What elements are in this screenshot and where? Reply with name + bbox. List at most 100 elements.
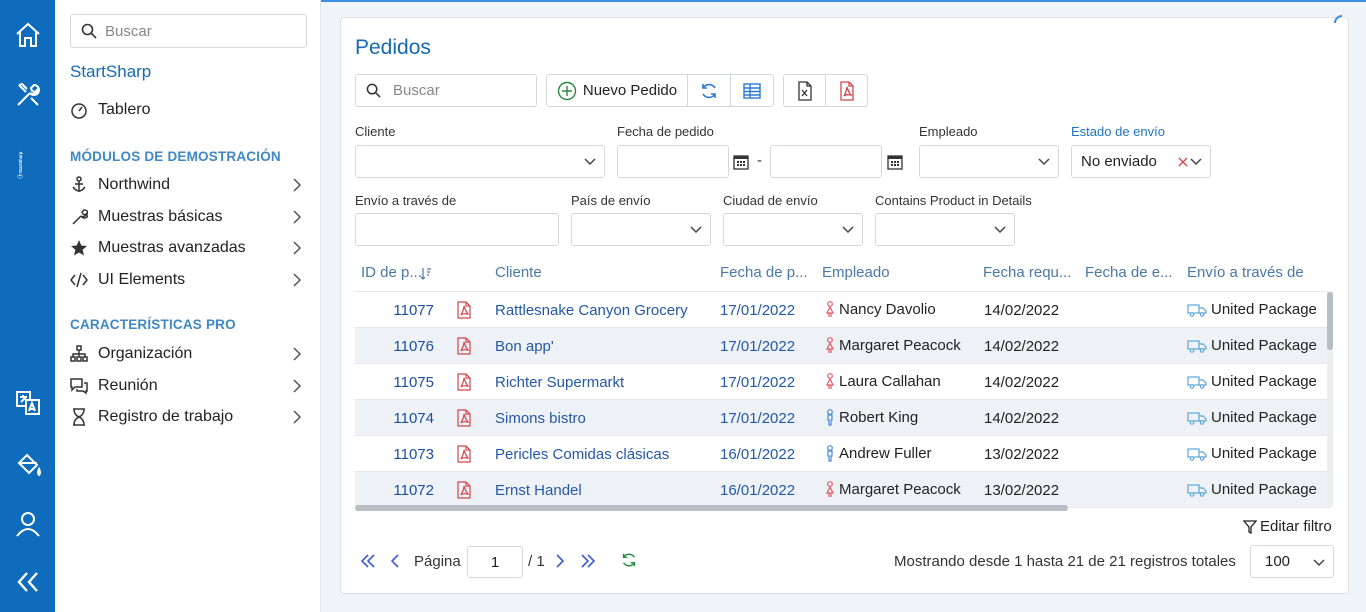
collapse-icon[interactable] <box>0 564 55 600</box>
calendar-icon[interactable] <box>887 154 903 170</box>
truck-icon <box>1187 303 1207 317</box>
table-row[interactable]: 11077 Rattlesnake Canyon Grocery 17/01/202… <box>355 292 1327 328</box>
vertical-scrollbar-thumb[interactable] <box>1327 292 1333 350</box>
order-id-link[interactable]: 11075 <box>356 374 434 391</box>
filter-label-envio-traves: Envío a través de <box>355 193 457 208</box>
filter-ciudad-envio-select[interactable] <box>723 213 863 246</box>
new-order-button[interactable]: Nuevo Pedido <box>546 74 688 107</box>
order-date: 17/01/2022 <box>720 302 796 319</box>
loading-spinner-icon <box>1334 15 1343 24</box>
pdf-icon[interactable] <box>456 337 472 355</box>
clear-icon[interactable] <box>1178 157 1188 167</box>
reload-icon[interactable] <box>620 551 638 569</box>
table-row[interactable]: 11072 Ernst Handel 16/01/2022 Margaret Peac… <box>355 472 1327 508</box>
table-row[interactable]: 11074 Simons bistro 17/01/2022 Robert King 1… <box>355 400 1327 436</box>
customer-link[interactable]: Rattlesnake Canyon Grocery <box>495 302 688 319</box>
nav-search-input[interactable]: Buscar <box>70 14 307 48</box>
sort-desc-icon[interactable] <box>420 267 432 280</box>
table-row[interactable]: 11075 Richter Supermarkt 17/01/2022 Laura C… <box>355 364 1327 400</box>
pdf-icon[interactable] <box>456 409 472 427</box>
filter-contains-product-select[interactable] <box>875 213 1015 246</box>
pdf-icon[interactable] <box>456 373 472 391</box>
nav-item-advanced-samples[interactable]: Muestras avanzadas <box>70 234 310 262</box>
filter-date-from-input[interactable] <box>617 145 729 178</box>
first-page-icon[interactable] <box>360 553 376 569</box>
page-size-value: 100 <box>1265 553 1291 570</box>
customer-link[interactable]: Simons bistro <box>495 410 586 427</box>
female-icon <box>826 337 834 353</box>
startsharp-logo: StartSharp <box>17 151 23 179</box>
pdf-icon[interactable] <box>456 481 472 499</box>
employee-name: Margaret Peacock <box>839 481 961 498</box>
paint-bucket-icon[interactable] <box>0 446 55 482</box>
prev-page-icon[interactable] <box>389 553 401 569</box>
table-row[interactable]: 11076 Bon app' 17/01/2022 Margaret Peacock 1… <box>355 328 1327 364</box>
order-id-link[interactable]: 11073 <box>356 446 434 463</box>
chevron-down-icon <box>994 226 1006 234</box>
column-header-envio-traves[interactable]: Envío a través de <box>1187 264 1317 290</box>
customer-link[interactable]: Pericles Comidas clásicas <box>495 446 669 463</box>
column-header-fecha-envio[interactable]: Fecha de e... <box>1085 264 1177 290</box>
ship-via-name: United Package <box>1211 337 1317 354</box>
column-header-id[interactable]: ID de p... <box>361 264 421 290</box>
customer-link[interactable]: Ernst Handel <box>495 482 582 499</box>
column-header-fecha-pedido[interactable]: Fecha de p... <box>720 264 810 290</box>
order-id-link[interactable]: 11077 <box>356 302 434 319</box>
filter-envio-traves-input[interactable] <box>355 213 559 246</box>
column-header-empleado[interactable]: Empleado <box>822 264 972 290</box>
excel-export-button[interactable] <box>783 74 826 107</box>
search-icon <box>81 23 97 39</box>
refresh-button[interactable] <box>687 74 731 107</box>
male-icon <box>827 409 833 426</box>
filter-date-to-input[interactable] <box>770 145 882 178</box>
nav-item-northwind[interactable]: Northwind <box>70 171 310 199</box>
employee-cell: Laura Callahan <box>825 373 941 390</box>
nav-brand[interactable]: StartSharp <box>70 62 151 82</box>
grid-search-input[interactable]: Buscar <box>355 74 537 107</box>
order-id-link[interactable]: 11076 <box>356 338 434 355</box>
nav-item-meeting[interactable]: Reunión <box>70 372 310 400</box>
records-summary: Mostrando desde 1 hasta 21 de 21 registr… <box>894 553 1236 570</box>
pdf-icon[interactable] <box>456 301 472 319</box>
nav-search-placeholder: Buscar <box>105 22 152 40</box>
chevron-right-icon <box>293 379 302 393</box>
column-picker-button[interactable] <box>730 74 774 107</box>
nav-item-ui-elements[interactable]: UI Elements <box>70 266 310 294</box>
filter-empleado-select[interactable] <box>919 145 1059 178</box>
tools-icon[interactable] <box>0 77 55 113</box>
female-icon <box>826 373 834 389</box>
filter-cliente-select[interactable] <box>355 145 605 178</box>
plus-circle-icon <box>557 81 577 100</box>
pdf-icon[interactable] <box>456 445 472 463</box>
chevron-down-icon <box>1038 158 1050 166</box>
order-id-link[interactable]: 11072 <box>356 482 434 499</box>
nav-item-dashboard[interactable]: Tablero <box>70 96 310 124</box>
refresh-icon <box>702 83 716 98</box>
customer-link[interactable]: Richter Supermarkt <box>495 374 624 391</box>
required-date: 13/02/2022 <box>984 482 1060 499</box>
next-page-icon[interactable] <box>554 553 566 569</box>
page-size-select[interactable]: 100 <box>1250 545 1334 578</box>
last-page-icon[interactable] <box>580 553 596 569</box>
pdf-export-button[interactable] <box>825 74 868 107</box>
male-icon <box>827 445 833 462</box>
nav-section-pro: CARACTERÍSTICAS PRO <box>70 317 236 332</box>
translate-icon[interactable] <box>0 385 55 421</box>
nav-item-worklog[interactable]: Registro de trabajo <box>70 403 310 431</box>
horizontal-scrollbar-thumb[interactable] <box>355 505 1068 511</box>
home-icon[interactable] <box>0 17 55 53</box>
nav-item-organization[interactable]: Organización <box>70 340 310 368</box>
filter-pais-envio-select[interactable] <box>571 213 711 246</box>
edit-filter-link[interactable]: Editar filtro <box>1243 518 1332 535</box>
column-header-fecha-requerida[interactable]: Fecha requ... <box>983 264 1078 290</box>
nav-item-basic-samples[interactable]: Muestras básicas <box>70 203 310 231</box>
chevron-right-icon <box>293 178 302 192</box>
user-icon[interactable] <box>0 506 55 542</box>
calendar-icon[interactable] <box>733 154 749 170</box>
column-header-cliente[interactable]: Cliente <box>495 264 695 290</box>
page-number-input[interactable]: 1 <box>467 546 523 578</box>
table-row[interactable]: 11073 Pericles Comidas clásicas 16/01/2022… <box>355 436 1327 472</box>
customer-link[interactable]: Bon app' <box>495 338 554 355</box>
order-id-link[interactable]: 11074 <box>356 410 434 427</box>
filter-estado-envio-select[interactable]: No enviado <box>1071 145 1211 178</box>
